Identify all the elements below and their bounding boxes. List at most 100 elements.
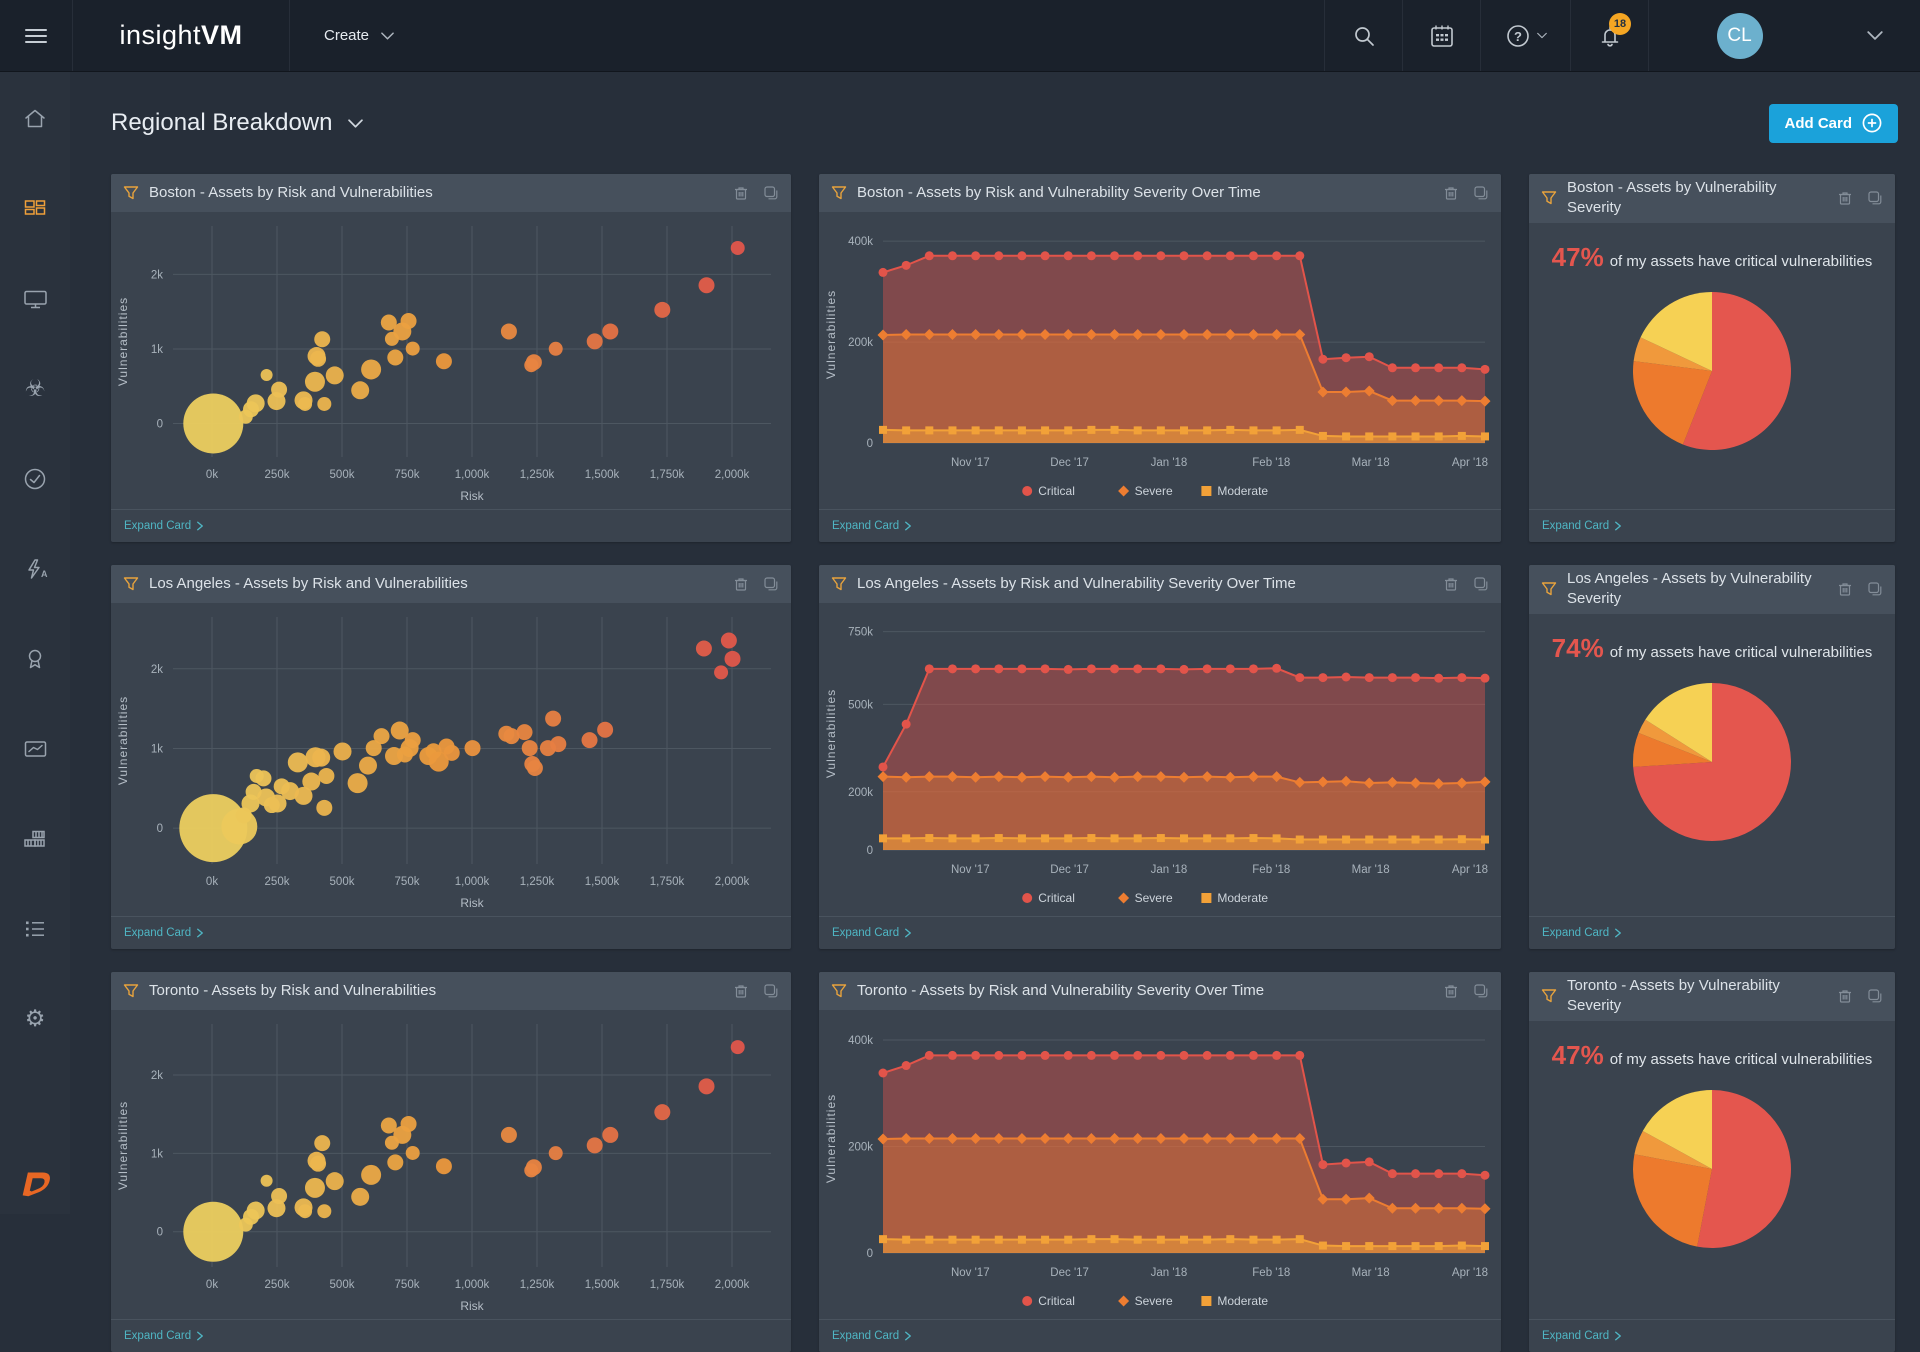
area-chart: 0200k400kNov '17Dec '17Jan '18Feb '18Mar… <box>819 212 1501 509</box>
expand-card-label: Expand Card <box>1542 1330 1609 1342</box>
chart-canvas: 01k2k0k250k500k750k1,000k1,250k1,500k1,7… <box>111 603 791 916</box>
card-header: Los Angeles - Assets by Risk and Vulnera… <box>111 565 791 603</box>
create-menu-button[interactable]: Create <box>308 0 410 71</box>
copy-card-icon[interactable] <box>1473 185 1489 201</box>
expand-card-link[interactable]: Expand Card <box>1542 520 1621 532</box>
delete-card-icon[interactable] <box>1443 983 1459 999</box>
filter-icon[interactable] <box>1541 581 1557 597</box>
sidebar-item-automation[interactable]: A <box>0 524 70 614</box>
copy-card-icon[interactable] <box>1473 983 1489 999</box>
expand-card-link[interactable]: Expand Card <box>124 1330 203 1342</box>
delete-card-icon[interactable] <box>1837 988 1853 1004</box>
delete-card-icon[interactable] <box>1837 581 1853 597</box>
legend-marker <box>1022 486 1032 496</box>
delete-card-icon[interactable] <box>1443 185 1459 201</box>
svg-text:Feb '18: Feb '18 <box>1252 1267 1290 1279</box>
help-icon: ? <box>1505 23 1531 49</box>
copy-card-icon[interactable] <box>1867 190 1883 206</box>
sidebar-item-policies[interactable] <box>0 434 70 524</box>
filter-icon[interactable] <box>831 983 847 999</box>
svg-text:0k: 0k <box>206 1279 218 1291</box>
chevron-right-icon <box>905 928 911 938</box>
svg-text:0: 0 <box>157 1227 163 1239</box>
avatar[interactable]: CL <box>1717 13 1763 59</box>
app-logo[interactable]: insightVM <box>72 0 290 71</box>
filter-icon[interactable] <box>831 576 847 592</box>
search-button[interactable] <box>1324 0 1402 71</box>
home-icon <box>22 106 48 132</box>
svg-text:1k: 1k <box>151 743 163 755</box>
filter-icon[interactable] <box>123 185 139 201</box>
expand-card-link[interactable]: Expand Card <box>832 520 911 532</box>
svg-text:1,500k: 1,500k <box>585 876 620 888</box>
copy-card-icon[interactable] <box>763 185 779 201</box>
sidebar-item-assets[interactable] <box>0 254 70 344</box>
dashboard-selector-chevron[interactable] <box>348 119 363 128</box>
sidebar-item-containers[interactable] <box>0 794 70 884</box>
legend-label: Severe <box>1135 891 1173 905</box>
sidebar-item-home[interactable] <box>0 74 70 164</box>
copy-card-icon[interactable] <box>763 983 779 999</box>
delete-card-icon[interactable] <box>733 185 749 201</box>
svg-text:Jan '18: Jan '18 <box>1151 1267 1188 1279</box>
sidebar-item-goals[interactable] <box>0 614 70 704</box>
legend-label: Moderate <box>1217 891 1268 905</box>
delete-card-icon[interactable] <box>1443 576 1459 592</box>
expand-card-link[interactable]: Expand Card <box>124 520 203 532</box>
card-header: Boston - Assets by Risk and Vulnerabilit… <box>819 174 1501 212</box>
sidebar-item-settings[interactable]: ⚙ <box>0 974 70 1064</box>
svg-text:1,500k: 1,500k <box>585 469 620 481</box>
help-menu-button[interactable]: ? <box>1480 0 1570 71</box>
sidebar-item-list[interactable] <box>0 884 70 974</box>
chevron-down-icon <box>1537 32 1547 39</box>
copy-card-icon[interactable] <box>1473 576 1489 592</box>
delete-card-icon[interactable] <box>1837 190 1853 206</box>
scatter-chart: 01k2k0k250k500k750k1,000k1,250k1,500k1,7… <box>111 212 791 509</box>
filter-icon[interactable] <box>1541 988 1557 1004</box>
expand-card-link[interactable]: Expand Card <box>832 927 911 939</box>
expand-card-link[interactable]: Expand Card <box>1542 927 1621 939</box>
chart-canvas: 0200k400kNov '17Dec '17Jan '18Feb '18Mar… <box>819 212 1501 509</box>
delete-card-icon[interactable] <box>733 983 749 999</box>
chevron-right-icon <box>197 521 203 531</box>
plus-circle-icon <box>1862 113 1882 133</box>
page-title: Regional Breakdown <box>111 109 332 137</box>
svg-text:Vulnerabilities: Vulnerabilities <box>116 1101 130 1190</box>
svg-text:1,250k: 1,250k <box>520 469 555 481</box>
chevron-right-icon <box>1615 928 1621 938</box>
card-title: Boston - Assets by Risk and Vulnerabilit… <box>857 183 1433 203</box>
filter-icon[interactable] <box>123 983 139 999</box>
calendar-button[interactable] <box>1402 0 1480 71</box>
notifications-button[interactable]: 18 <box>1570 0 1648 71</box>
svg-text:Vulnerabilities: Vulnerabilities <box>824 1094 838 1183</box>
copy-card-icon[interactable] <box>1867 581 1883 597</box>
insightvm-logo: insightVM <box>119 20 242 51</box>
filter-icon[interactable] <box>123 576 139 592</box>
expand-card-link[interactable]: Expand Card <box>124 927 203 939</box>
dashboard-grid-icon <box>22 196 48 222</box>
copy-card-icon[interactable] <box>763 576 779 592</box>
sidebar-item-dashboard[interactable] <box>0 164 70 254</box>
user-menu[interactable]: CL <box>1648 0 1830 71</box>
containers-icon <box>21 826 49 852</box>
monitor-icon <box>22 286 49 312</box>
user-menu-expander[interactable] <box>1830 0 1920 71</box>
svg-text:?: ? <box>1514 29 1522 44</box>
expand-card-link[interactable]: Expand Card <box>1542 1330 1621 1342</box>
svg-text:200k: 200k <box>848 1141 873 1153</box>
expand-card-link[interactable]: Expand Card <box>832 1330 911 1342</box>
pie-chart <box>1631 290 1793 452</box>
sidebar-item-reports[interactable] <box>0 704 70 794</box>
add-card-button[interactable]: Add Card <box>1769 104 1899 143</box>
card-header: Boston - Assets by Risk and Vulnerabilit… <box>111 174 791 212</box>
chevron-down-icon <box>1867 31 1883 40</box>
copy-card-icon[interactable] <box>1867 988 1883 1004</box>
filter-icon[interactable] <box>831 185 847 201</box>
legend-marker <box>1022 1296 1032 1306</box>
sidebar-item-vulnerabilities[interactable]: ☣ <box>0 344 70 434</box>
menu-toggle-button[interactable] <box>0 0 72 71</box>
delete-card-icon[interactable] <box>733 576 749 592</box>
svg-text:Vulnerabilities: Vulnerabilities <box>824 689 838 778</box>
svg-text:500k: 500k <box>330 469 355 481</box>
filter-icon[interactable] <box>1541 190 1557 206</box>
